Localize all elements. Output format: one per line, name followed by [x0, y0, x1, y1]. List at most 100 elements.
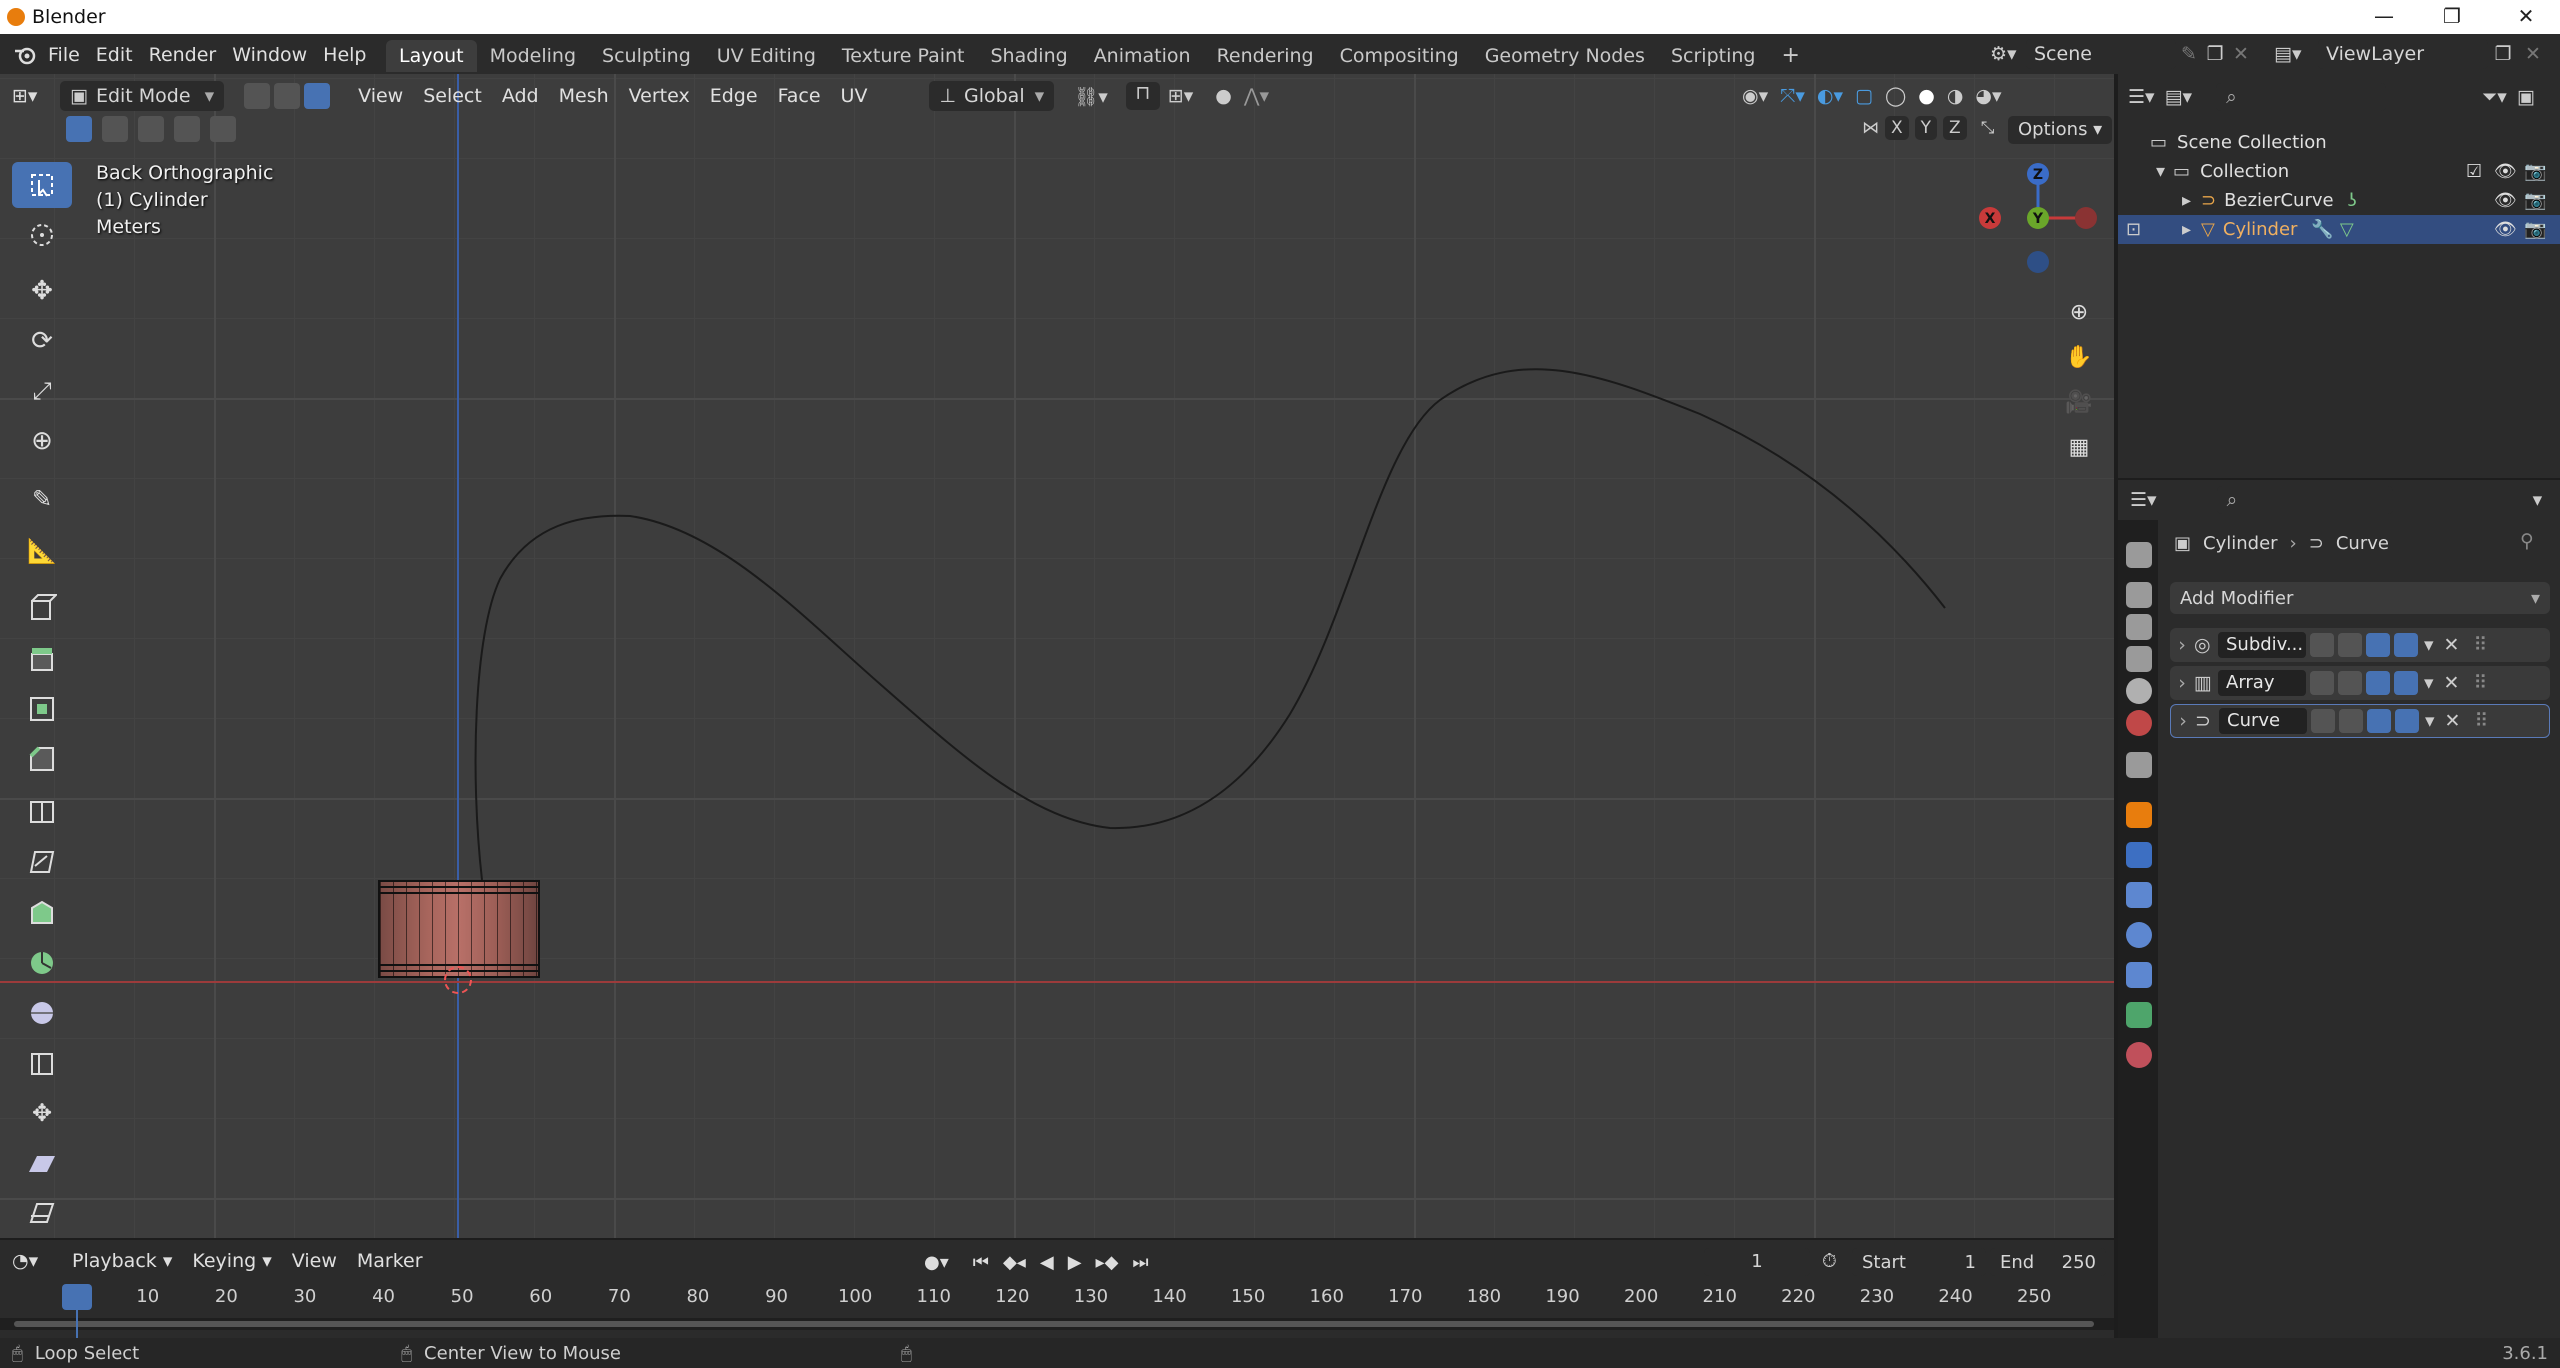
rotate-tool-icon[interactable]: ⟳: [12, 318, 72, 364]
auto-merge-icon[interactable]: ⤡: [1981, 118, 1995, 138]
drag-handle-icon[interactable]: ⠿: [2474, 710, 2488, 732]
remove-modifier-icon[interactable]: ✕: [2444, 672, 2460, 694]
eye-icon[interactable]: 👁: [2494, 219, 2517, 240]
tab-modeling[interactable]: Modeling: [477, 40, 589, 72]
shrink-fatten-tool-icon[interactable]: ✥: [12, 1090, 72, 1136]
menu-file[interactable]: File: [40, 40, 88, 70]
expand-arrow-icon[interactable]: ›: [2170, 672, 2194, 694]
new-scene-icon[interactable]: ❐: [2202, 43, 2228, 65]
modifier-name-field[interactable]: Subdiv...: [2218, 632, 2306, 658]
physics-tab-icon[interactable]: [2126, 922, 2152, 948]
particles-tab-icon[interactable]: [2126, 882, 2152, 908]
camera-render-icon[interactable]: 📷: [2524, 190, 2546, 211]
menu-timeline-view[interactable]: View: [282, 1245, 347, 1277]
menu-vertex[interactable]: Vertex: [619, 80, 700, 112]
tab-geometry-nodes[interactable]: Geometry Nodes: [1472, 40, 1658, 72]
add-cube-tool-icon[interactable]: [12, 584, 72, 630]
blender-menu-icon[interactable]: [10, 41, 40, 69]
proportional-edit-icon[interactable]: ●: [1215, 85, 1232, 107]
view-layer-name-field[interactable]: ViewLayer: [2318, 39, 2488, 69]
modifier-curve[interactable]: › ⊃ Curve ▾ ✕ ⠿: [2170, 704, 2550, 738]
record-icon[interactable]: ●▾: [924, 1252, 949, 1273]
spin-tool-icon[interactable]: [12, 940, 72, 986]
world-tab-icon[interactable]: [2126, 710, 2152, 736]
shading-material-icon[interactable]: ◑: [1947, 85, 1964, 107]
pin-icon[interactable]: ✎: [2176, 43, 2202, 65]
grid-view-icon[interactable]: ▦: [2062, 425, 2096, 470]
menu-view[interactable]: View: [348, 80, 413, 112]
smooth-tool-icon[interactable]: [12, 990, 72, 1036]
tab-rendering[interactable]: Rendering: [1204, 40, 1327, 72]
object-tab-icon[interactable]: [2126, 802, 2152, 828]
eye-icon[interactable]: 👁: [2494, 190, 2517, 211]
cursor-tool-icon[interactable]: [12, 212, 72, 258]
measure-tool-icon[interactable]: 📐: [12, 528, 72, 574]
shading-solid-icon[interactable]: ●: [1918, 85, 1935, 107]
collection-tab-icon[interactable]: [2126, 752, 2152, 778]
menu-face[interactable]: Face: [768, 80, 831, 112]
mirror-z-toggle[interactable]: Z: [1943, 116, 1967, 140]
scene-name-field[interactable]: Scene: [2026, 39, 2176, 69]
poly-build-tool-icon[interactable]: [12, 890, 72, 936]
tab-animation[interactable]: Animation: [1081, 40, 1204, 72]
maximize-icon[interactable]: ❐: [2432, 4, 2472, 30]
transform-tool-icon[interactable]: ⊕: [12, 418, 72, 464]
drag-handle-icon[interactable]: ⠿: [2473, 634, 2487, 656]
jump-keyframe-back-icon[interactable]: ◆◂: [1003, 1252, 1026, 1273]
filter-icon[interactable]: ⏷▾: [2482, 86, 2507, 108]
camera-render-icon[interactable]: 📷: [2524, 161, 2546, 182]
shading-wireframe-icon[interactable]: ◯: [1885, 85, 1906, 107]
new-view-layer-icon[interactable]: ❐: [2488, 43, 2518, 65]
eye-icon[interactable]: 👁: [2494, 161, 2517, 182]
xray-toggle-icon[interactable]: ▢: [1855, 85, 1873, 107]
inset-tool-icon[interactable]: [12, 686, 72, 732]
tab-uv-editing[interactable]: UV Editing: [704, 40, 829, 72]
falloff-icon[interactable]: ⋀▾: [1244, 85, 1269, 107]
expand-arrow-icon[interactable]: ▸: [2182, 190, 2191, 211]
expand-arrow-icon[interactable]: ▸: [2182, 219, 2191, 240]
outliner-search-input[interactable]: ⌕: [2216, 83, 2387, 111]
remove-modifier-icon[interactable]: ✕: [2444, 634, 2460, 656]
jump-keyframe-forward-icon[interactable]: ▸◆: [1096, 1252, 1119, 1273]
menu-help[interactable]: Help: [315, 40, 374, 70]
close-icon[interactable]: ✕: [2506, 4, 2546, 30]
modifier-subdivision[interactable]: › ◎ Subdiv... ▾ ✕ ⠿: [2170, 628, 2550, 662]
jump-start-icon[interactable]: ⏮: [973, 1252, 989, 1273]
properties-search-input[interactable]: ⌕: [2216, 486, 2393, 514]
3d-cursor-icon[interactable]: [444, 966, 472, 994]
shear-tool-icon[interactable]: [12, 1140, 72, 1186]
view-layer-selector[interactable]: ▤▾ ViewLayer ❐ ✕: [2274, 38, 2548, 70]
viewport-display-icon[interactable]: [2367, 709, 2391, 733]
delete-view-layer-icon[interactable]: ✕: [2518, 43, 2548, 65]
snap-target-icon[interactable]: ⊞▾: [1168, 85, 1193, 107]
bezier-curve[interactable]: [0, 74, 2114, 1238]
add-modifier-button[interactable]: Add Modifier ▾: [2170, 582, 2550, 614]
menu-edge[interactable]: Edge: [700, 80, 768, 112]
move-tool-icon[interactable]: ✥: [12, 268, 72, 314]
start-frame-field[interactable]: Start 1: [1852, 1248, 1986, 1276]
end-frame-field[interactable]: End 250: [1990, 1248, 2106, 1276]
3d-viewport[interactable]: ⊞▾ ▣ Edit Mode ▾ View Select Add Mesh Ve…: [0, 74, 2114, 1238]
pivot-icon[interactable]: ⛓▾: [1074, 85, 1108, 108]
scale-tool-icon[interactable]: ⤢: [12, 368, 72, 414]
stopwatch-icon[interactable]: ⏱: [1822, 1250, 1837, 1272]
edit-mode-display-icon[interactable]: [2338, 671, 2362, 695]
expand-arrow-icon[interactable]: ›: [2170, 634, 2194, 656]
play-reverse-icon[interactable]: ◀: [1040, 1252, 1054, 1273]
view-layer-tab-icon[interactable]: [2126, 646, 2152, 672]
display-mode-icon[interactable]: ▤▾: [2165, 86, 2193, 108]
outliner-item-beziercurve[interactable]: ▸ ⊃ BezierCurve ʖ 👁 📷: [2118, 186, 2560, 215]
on-cage-icon[interactable]: [2311, 709, 2335, 733]
visibility-icon[interactable]: ◉▾: [1742, 85, 1768, 107]
face-select-icon[interactable]: [304, 83, 331, 109]
constraints-tab-icon[interactable]: [2126, 962, 2152, 988]
modifier-name-field[interactable]: Curve: [2219, 708, 2307, 734]
modifier-name-field[interactable]: Array: [2218, 670, 2306, 696]
tab-compositing[interactable]: Compositing: [1327, 40, 1472, 72]
data-tab-icon[interactable]: [2126, 1002, 2152, 1028]
new-collection-icon[interactable]: ▣: [2517, 86, 2535, 108]
play-icon[interactable]: ▶: [1068, 1252, 1082, 1273]
edge-slide-tool-icon[interactable]: [12, 1040, 72, 1086]
pan-hand-icon[interactable]: ✋: [2062, 335, 2096, 380]
playhead-marker[interactable]: [62, 1284, 92, 1310]
